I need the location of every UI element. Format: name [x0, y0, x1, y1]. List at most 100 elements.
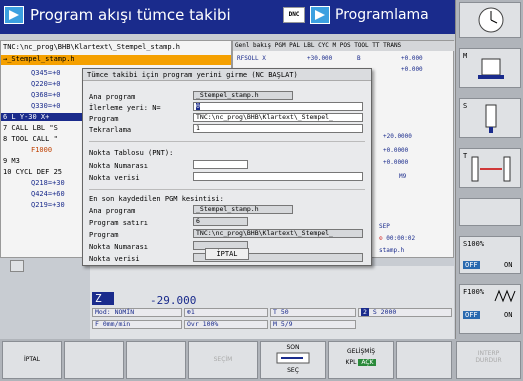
program-line[interactable]: 9 M3: [3, 157, 20, 165]
advanced-softkey[interactable]: GELİŞMİŞ KPL AÇK: [328, 341, 394, 379]
last-program-label: Program: [89, 231, 119, 239]
t1-field: ⊕1: [184, 308, 268, 317]
feed-override[interactable]: F100% OFF ON: [459, 284, 521, 334]
point-number-input[interactable]: [193, 160, 248, 169]
mode-title[interactable]: Programlama: [335, 7, 429, 23]
t-softkey[interactable]: T: [459, 148, 521, 188]
last-main-program-field: _Stempel_stamp.h: [193, 205, 293, 214]
last-point-number-label: Nokta Numarası: [89, 243, 149, 251]
header-bar: Program akışı tümce takibi DNC Programla…: [0, 0, 455, 34]
advanced-label: GELİŞMİŞ: [346, 348, 376, 355]
m-softkey[interactable]: M: [459, 48, 521, 88]
clock-softkey: [459, 2, 521, 38]
screen-icon[interactable]: [10, 260, 24, 272]
interp-stop-softkey[interactable]: INTERP DURDUR: [456, 341, 521, 379]
feed-override-label: F100%: [463, 288, 485, 296]
cancel-softkey[interactable]: İPTAL: [2, 341, 62, 379]
m-field: M 5/9: [270, 320, 356, 329]
time-value: ⊙ 00:00:02: [379, 235, 415, 242]
feed-field: F 0mm/min: [92, 320, 182, 329]
sep-label: SEP: [379, 223, 390, 230]
selected-program-label: →_Stempel_stamp.h: [3, 55, 75, 63]
programming-mode-icon[interactable]: [310, 6, 330, 24]
b-value: +0.000: [401, 55, 423, 62]
dialog-title: Tümce takibi için program yerini girme (…: [83, 69, 371, 81]
last-point-data-label: Nokta verisi: [89, 255, 140, 263]
empty-softkey: [126, 341, 186, 379]
x-value: +30.000: [307, 55, 333, 62]
run-mode-icon: [4, 6, 24, 24]
time-text: 00:00:02: [386, 235, 416, 242]
empty-softkey: [459, 198, 521, 226]
selected-program[interactable]: →_Stempel_stamp.h: [1, 55, 231, 65]
program-line[interactable]: Q368=+0: [31, 91, 61, 99]
divider: [89, 189, 365, 190]
advance-input[interactable]: 0: [193, 102, 363, 111]
file-value: stamp.h: [379, 247, 405, 254]
program-line[interactable]: Q219=+30: [31, 201, 65, 209]
status-tabs[interactable]: Genl bakış PGM PAL LBL CYC M POS TOOL TT…: [233, 41, 455, 51]
ack-label: AÇK: [358, 359, 377, 366]
program-line[interactable]: Q345=+0: [31, 69, 61, 77]
value-1: +20.0000: [383, 133, 412, 140]
override-field: Ovr 100%: [184, 320, 268, 329]
stop-label: DURDUR: [475, 357, 502, 364]
last-select-softkey[interactable]: SON SEÇ: [260, 341, 326, 379]
advance-value: 0: [196, 102, 200, 110]
machine-icon: [478, 58, 504, 79]
point-number-label: Nokta Numarası: [89, 162, 149, 170]
point-data-input[interactable]: [193, 172, 363, 181]
program-line[interactable]: 8 TOOL CALL ": [3, 135, 58, 143]
last-select-icon: [276, 352, 310, 364]
program-label: Program: [89, 115, 119, 123]
feed-on[interactable]: ON: [504, 311, 512, 319]
spindle-text: S 2000: [372, 308, 397, 316]
last-main-program-label: Ana program: [89, 207, 136, 215]
mode-field: Mod: NOMİN: [92, 308, 182, 317]
spindle-off[interactable]: OFF: [463, 261, 480, 269]
program-line[interactable]: Q330=+0: [31, 102, 61, 110]
spindle-on[interactable]: ON: [504, 261, 512, 269]
c-value: +0.000: [401, 66, 423, 73]
empty-softkey: [396, 341, 452, 379]
select-softkey[interactable]: SEÇİM: [188, 341, 258, 379]
spindle-field: 2 S 2000: [358, 308, 452, 317]
s-softkey[interactable]: S: [459, 98, 521, 138]
program-line-field: 6: [193, 217, 248, 226]
interp-label: INTERP: [477, 350, 500, 357]
repeat-input[interactable]: 1: [193, 124, 363, 133]
feed-wave-icon: [494, 289, 516, 303]
page-title: Program akışı tümce takibi: [30, 6, 231, 24]
program-line[interactable]: Q424=+60: [31, 190, 65, 198]
main-program-field: _Stempel_stamp.h: [193, 91, 293, 100]
repeat-label: Tekrarlama: [89, 126, 132, 134]
program-line-label: Program satırı: [89, 219, 149, 227]
program-input[interactable]: TNC:\nc_prog\BHB\Klartext\_Stempel_: [193, 113, 363, 122]
program-line[interactable]: Q218=+30: [31, 179, 65, 187]
select-label: SEÇ: [287, 367, 299, 374]
b-label: B: [357, 55, 361, 62]
spindle-override[interactable]: S100% OFF ON: [459, 236, 521, 274]
m9-label: M9: [399, 173, 407, 180]
rfsoll-label: RFSOLL X: [237, 55, 266, 62]
clock-icon: [478, 7, 504, 33]
last-program-field: TNC:\nc_prog\BHB\Klartext\_Stempel_: [193, 229, 363, 238]
last-label: SON: [286, 344, 300, 351]
right-softkey-bar: M S T S100% OFF ON F100% OFF ON: [455, 0, 523, 339]
program-line[interactable]: 10 CYCL DEF 25: [3, 168, 62, 176]
spindle-icon: [485, 104, 497, 133]
feed-off[interactable]: OFF: [463, 311, 480, 319]
program-line[interactable]: 7 CALL LBL "S: [3, 124, 58, 132]
z-axis-label: Z: [92, 292, 114, 305]
tool-length-icon: [471, 156, 511, 182]
spindle-override-label: S100%: [463, 240, 485, 248]
z-axis-value: -29.000: [150, 294, 197, 307]
dialog-cancel-button[interactable]: İPTAL: [205, 248, 249, 260]
bottom-softkey-bar: İPTAL SEÇİM SON SEÇ GELİŞMİŞ KPL AÇK INT…: [0, 339, 523, 381]
program-line[interactable]: F1000: [31, 146, 52, 154]
dnc-button[interactable]: DNC: [283, 7, 305, 23]
block-scan-dialog: Tümce takibi için program yerini girme (…: [82, 68, 372, 266]
program-line[interactable]: Q220=+0: [31, 80, 61, 88]
point-data-label: Nokta verisi: [89, 174, 140, 182]
program-path: TNC:\nc_prog\BHB\Klartext\_Stempel_stamp…: [3, 43, 181, 51]
